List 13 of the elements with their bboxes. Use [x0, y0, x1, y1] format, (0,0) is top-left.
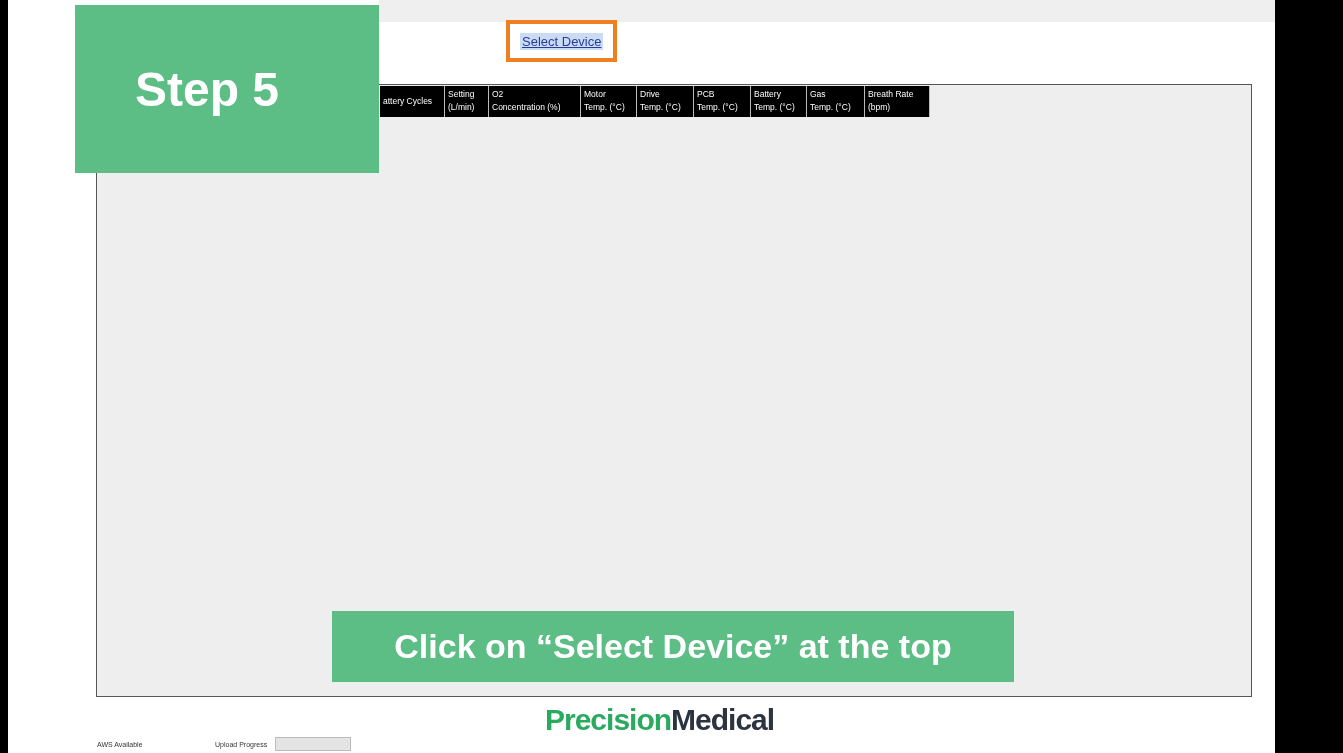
select-device-link[interactable]: Select Device [520, 33, 604, 50]
precision-medical-logo: PrecisionMedical [545, 703, 775, 737]
instruction-toast: Click on “Select Device” at the top [332, 611, 1014, 682]
column-header[interactable]: attery Cycles [380, 86, 445, 117]
column-header[interactable]: O2 Concentration (%) [489, 86, 581, 117]
column-header[interactable]: Gas Temp. (°C) [807, 86, 865, 117]
column-header[interactable]: PCB Temp. (°C) [694, 86, 751, 117]
column-header[interactable]: Battery Temp. (°C) [751, 86, 807, 117]
step-title: Step 5 [135, 61, 280, 117]
column-header[interactable]: Drive Temp. (°C) [637, 86, 694, 117]
column-header[interactable]: Breath Rate (bpm) [865, 86, 930, 117]
column-header[interactable]: Setting (L/min) [445, 86, 489, 117]
column-header[interactable]: Motor Temp. (°C) [581, 86, 637, 117]
